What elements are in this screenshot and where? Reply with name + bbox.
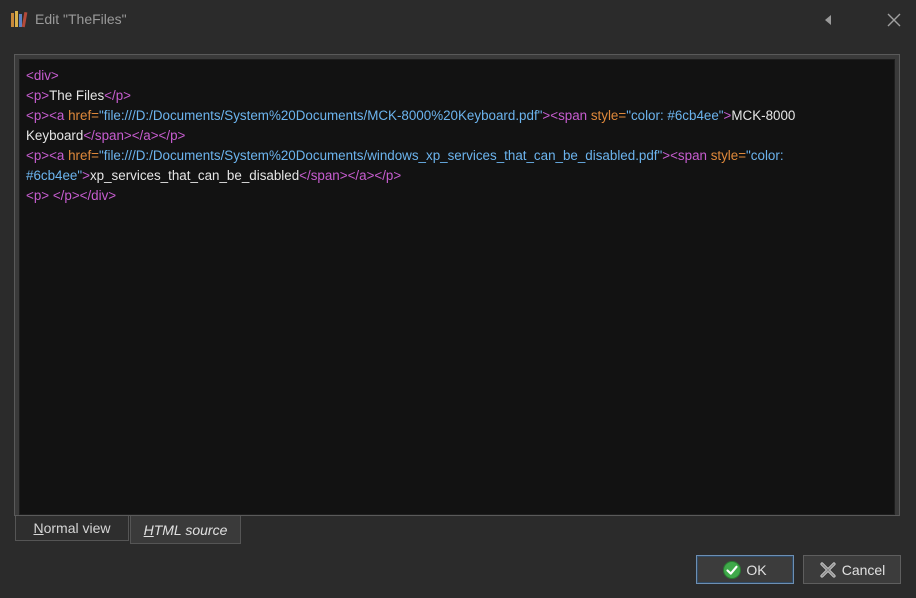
source-token-tag: </span> (299, 168, 348, 183)
tab-html-source[interactable]: HTML source (130, 516, 241, 544)
source-token-tag: <p> (26, 88, 50, 103)
source-line: <p><a href="file:///D:/Documents/System%… (26, 106, 888, 126)
html-source-editor[interactable]: <div> <p>The Files</p> <p><a href="file://… (19, 59, 895, 515)
source-token-tag: </p> (104, 88, 131, 103)
source-token-tag: <span (670, 148, 711, 163)
source-token-tag: > (82, 168, 90, 183)
editor-frame: <div> <p>The Files</p> <p><a href="file://… (14, 54, 900, 516)
source-token-tag: </p> (52, 188, 80, 203)
source-token-tag: </p> (158, 128, 186, 143)
source-token-tag: <a (49, 108, 69, 123)
source-token-tag: </div> (79, 188, 117, 203)
source-token-tag: </p> (374, 168, 402, 183)
tab-label: HTML source (143, 521, 228, 538)
source-token-attr: style= (710, 148, 747, 163)
window-title: Edit "TheFiles" (35, 11, 127, 27)
ok-label: OK (746, 561, 767, 578)
source-line: Keyboard</span></a></p> (26, 126, 888, 146)
ok-button[interactable]: OK (696, 555, 794, 584)
source-line: <p>The Files</p> (26, 86, 888, 106)
source-token-txt: MCK-8000 (731, 108, 796, 123)
check-circle-icon (723, 560, 742, 579)
source-line: <div> (26, 66, 888, 86)
tab-normal-view[interactable]: Normal view (15, 516, 129, 541)
source-token-val: "file:///D:/Documents/System%20Documents… (99, 148, 663, 163)
source-token-tag: <p> (26, 148, 50, 163)
source-token-val: "color: (746, 148, 784, 163)
source-token-tag: > (662, 148, 671, 163)
source-token-tag: </a> (347, 168, 375, 183)
source-token-tag: <span (550, 108, 591, 123)
source-token-val: #6cb4ee" (26, 168, 83, 183)
title-bar: Edit "TheFiles" (0, 0, 916, 40)
source-token-tag: <a (49, 148, 69, 163)
source-line: <p><a href="file:///D:/Documents/System%… (26, 146, 888, 166)
source-token-txt: The Files (49, 88, 105, 103)
bookshelf-icon (10, 10, 30, 28)
close-icon[interactable] (884, 10, 904, 30)
x-cross-icon (819, 561, 837, 579)
source-line: #6cb4ee">xp_services_that_can_be_disable… (26, 166, 888, 186)
source-token-tag: <p> (26, 108, 50, 123)
source-token-attr: href= (68, 108, 99, 123)
source-token-tag: <p> (26, 188, 50, 203)
tab-label: Normal view (33, 520, 111, 536)
cancel-button[interactable]: Cancel (803, 555, 901, 584)
source-token-tag: </span> (83, 128, 132, 143)
cancel-label: Cancel (841, 561, 886, 578)
source-token-val: "color: #6cb4ee" (626, 108, 724, 123)
triangle-left-icon[interactable] (820, 12, 836, 28)
source-token-val: "file:///D:/Documents/System%20Documents… (99, 108, 543, 123)
source-token-txt: xp_services_that_can_be_disabled (89, 168, 300, 183)
source-token-tag: </a> (131, 128, 159, 143)
source-token-txt: Keyboard (26, 128, 84, 143)
source-line: <p> </p></div> (26, 186, 888, 206)
source-token-attr: style= (590, 108, 627, 123)
source-token-tag: <div> (26, 68, 59, 83)
source-token-attr: href= (68, 148, 99, 163)
